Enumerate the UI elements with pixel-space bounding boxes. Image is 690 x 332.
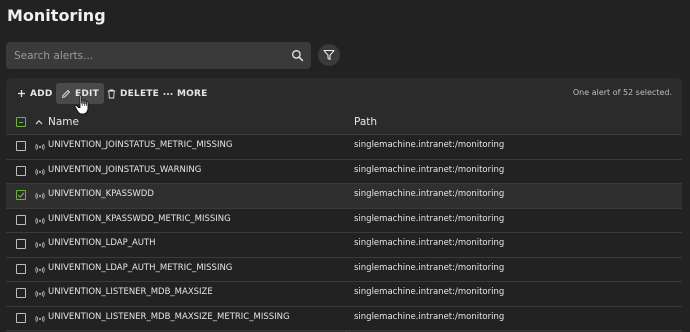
column-header-path[interactable]: Path — [354, 116, 377, 128]
alerts-grid: ADD EDIT DELETE MORE One alert of 52 sel… — [6, 78, 682, 332]
row-checkbox[interactable] — [16, 239, 26, 249]
table-row[interactable]: UNIVENTION_KPASSWDD_METRIC_MISSING single… — [6, 208, 682, 233]
delete-label: DELETE — [120, 88, 159, 99]
table-row[interactable]: UNIVENTION_JOINSTATUS_METRIC_MISSING sing… — [6, 135, 682, 160]
row-checkbox[interactable] — [16, 312, 26, 323]
pencil-icon — [62, 89, 70, 98]
checkmark-icon — [17, 192, 25, 198]
ellipsis-icon — [163, 92, 173, 95]
selection-status: One alert of 52 selected. — [572, 88, 672, 97]
table-row[interactable]: UNIVENTION_JOINSTATUS_WARNING singlemachi… — [6, 159, 682, 184]
signal-icon — [35, 143, 45, 151]
table-body: UNIVENTION_JOINSTATUS_METRIC_MISSINGsing… — [6, 135, 682, 331]
alert-name: UNIVENTION_JOINSTATUS_WARNING — [48, 164, 202, 175]
alert-path: singlemachine.intranet:/monitoring — [354, 262, 505, 273]
alert-name: UNIVENTION_LDAP_AUTH_METRIC_MISSING — [48, 262, 233, 273]
alert-name: UNIVENTION_LISTENER_MDB_MAXSIZE — [48, 287, 213, 297]
row-checkbox[interactable] — [16, 141, 26, 151]
row-checkbox[interactable] — [16, 263, 26, 274]
delete-button[interactable]: DELETE — [102, 83, 164, 104]
sort-ascending-icon[interactable] — [35, 119, 43, 125]
table-row[interactable]: UNIVENTION_LISTENER_MDB_MAXSIZE singlemac… — [6, 282, 682, 307]
alert-name: UNIVENTION_LISTENER_MDB_MAXSIZE_METRIC_M… — [48, 311, 290, 322]
filter-icon — [323, 49, 335, 61]
column-name-label: Name — [48, 116, 79, 128]
alert-path: singlemachine.intranet:/monitoring — [354, 238, 505, 248]
alert-path: singlemachine.intranet:/monitoring — [354, 311, 505, 322]
search-icon[interactable] — [291, 49, 304, 62]
signal-icon — [35, 290, 45, 298]
signal-icon — [35, 217, 45, 224]
hand-pointer-icon — [74, 94, 89, 115]
alert-name: UNIVENTION_LDAP_AUTH — [48, 238, 156, 248]
table-row[interactable]: UNIVENTION_LDAP_AUTH_METRIC_MISSING singl… — [6, 257, 682, 282]
plus-icon — [18, 90, 25, 97]
column-header-name[interactable]: Name — [35, 116, 79, 128]
trash-icon — [107, 89, 116, 98]
row-checkbox[interactable] — [16, 165, 26, 176]
signal-icon — [35, 315, 45, 322]
signal-icon — [35, 192, 45, 200]
alert-name: UNIVENTION_KPASSWDD — [48, 189, 154, 199]
alert-path: singlemachine.intranet:/monitoring — [354, 164, 505, 175]
alert-path: singlemachine.intranet:/monitoring — [354, 189, 505, 199]
alert-path: singlemachine.intranet:/monitoring — [354, 287, 505, 297]
table-row[interactable]: UNIVENTION_LDAP_AUTH singlemachine.intran… — [6, 233, 682, 258]
signal-icon — [35, 168, 45, 175]
page-title: Monitoring — [7, 6, 106, 25]
table-row[interactable]: UNIVENTION_LISTENER_MDB_MAXSIZE_METRIC_M… — [6, 306, 682, 331]
alert-path: singlemachine.intranet:/monitoring — [354, 140, 505, 150]
search-input[interactable] — [6, 42, 286, 69]
alert-path: singlemachine.intranet:/monitoring — [354, 213, 505, 224]
add-button[interactable]: ADD — [12, 83, 58, 104]
signal-icon — [35, 266, 45, 273]
row-checkbox[interactable] — [16, 214, 26, 225]
row-checkbox[interactable] — [16, 190, 26, 200]
filter-button[interactable] — [318, 44, 340, 66]
alert-name: UNIVENTION_KPASSWDD_METRIC_MISSING — [48, 213, 231, 224]
table-row[interactable]: UNIVENTION_KPASSWDD singlemachine.intrane… — [6, 184, 682, 209]
search-box[interactable] — [6, 42, 311, 69]
row-checkbox[interactable] — [16, 288, 26, 298]
add-label: ADD — [30, 88, 53, 99]
table-header: Name Path — [6, 111, 682, 135]
alert-name: UNIVENTION_JOINSTATUS_METRIC_MISSING — [48, 140, 233, 150]
more-button[interactable]: MORE — [158, 83, 213, 104]
select-all-checkbox[interactable] — [16, 117, 26, 127]
grid-toolbar: ADD EDIT DELETE MORE One alert of 52 sel… — [6, 78, 682, 109]
more-label: MORE — [177, 88, 208, 99]
signal-icon — [35, 241, 45, 249]
